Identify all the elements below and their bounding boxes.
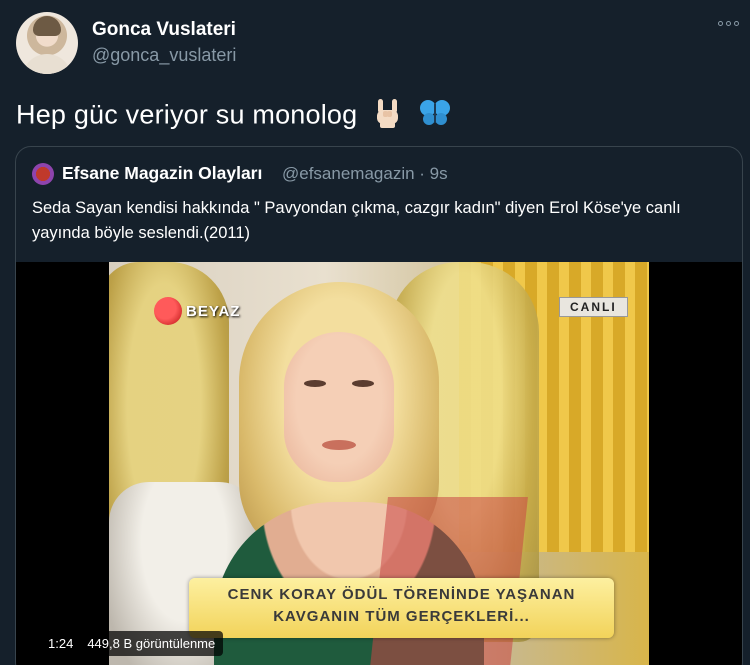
more-options-icon[interactable] [718, 21, 739, 26]
tweet-text: Hep güc veriyor su monolog [16, 98, 451, 135]
author-handle[interactable]: @gonca_vuslateri [92, 45, 236, 66]
channel-logo-icon [154, 297, 182, 325]
quoted-handle-time[interactable]: @efsanemagazin · 9s [282, 164, 448, 184]
quoted-display-name[interactable]: Efsane Magazin Olayları [62, 163, 262, 184]
quoted-tweet-card[interactable]: Efsane Magazin Olayları @efsanemagazin ·… [15, 146, 743, 665]
butterfly-emoji [419, 99, 451, 134]
video-frame[interactable]: BEYAZ CANLI CENK KORAY ÖDÜL TÖRENİNDE YA… [109, 262, 649, 665]
ticker-line-2: KAVGANIN TÜM GERÇEKLERİ... [273, 608, 530, 625]
tweet: Gonca Vuslateri @gonca_vuslateri Hep güc… [0, 0, 750, 665]
channel-logo: BEYAZ [154, 297, 240, 325]
video-view-count: 449,8 B görüntülenme [87, 636, 216, 651]
rock-on-hand-emoji [375, 98, 401, 135]
tweet-text-body: Hep güc veriyor su monolog [16, 99, 358, 130]
quoted-tweet-text: Seda Sayan kendisi hakkında " Pavyondan … [32, 199, 681, 242]
avatar[interactable] [16, 12, 78, 74]
live-badge: CANLI [559, 297, 628, 317]
news-ticker: CENK KORAY ÖDÜL TÖRENİNDE YAŞANAN KAVGAN… [189, 578, 614, 638]
quoted-avatar[interactable] [32, 163, 54, 185]
video-player[interactable]: BEYAZ CANLI CENK KORAY ÖDÜL TÖRENİNDE YA… [16, 262, 742, 665]
video-info-overlay: 1:24 449,8 B görüntülenme [40, 631, 224, 656]
ticker-line-1: CENK KORAY ÖDÜL TÖRENİNDE YAŞANAN [227, 586, 576, 603]
author-display-name[interactable]: Gonca Vuslateri [92, 19, 236, 41]
video-duration: 1:24 [48, 636, 74, 651]
